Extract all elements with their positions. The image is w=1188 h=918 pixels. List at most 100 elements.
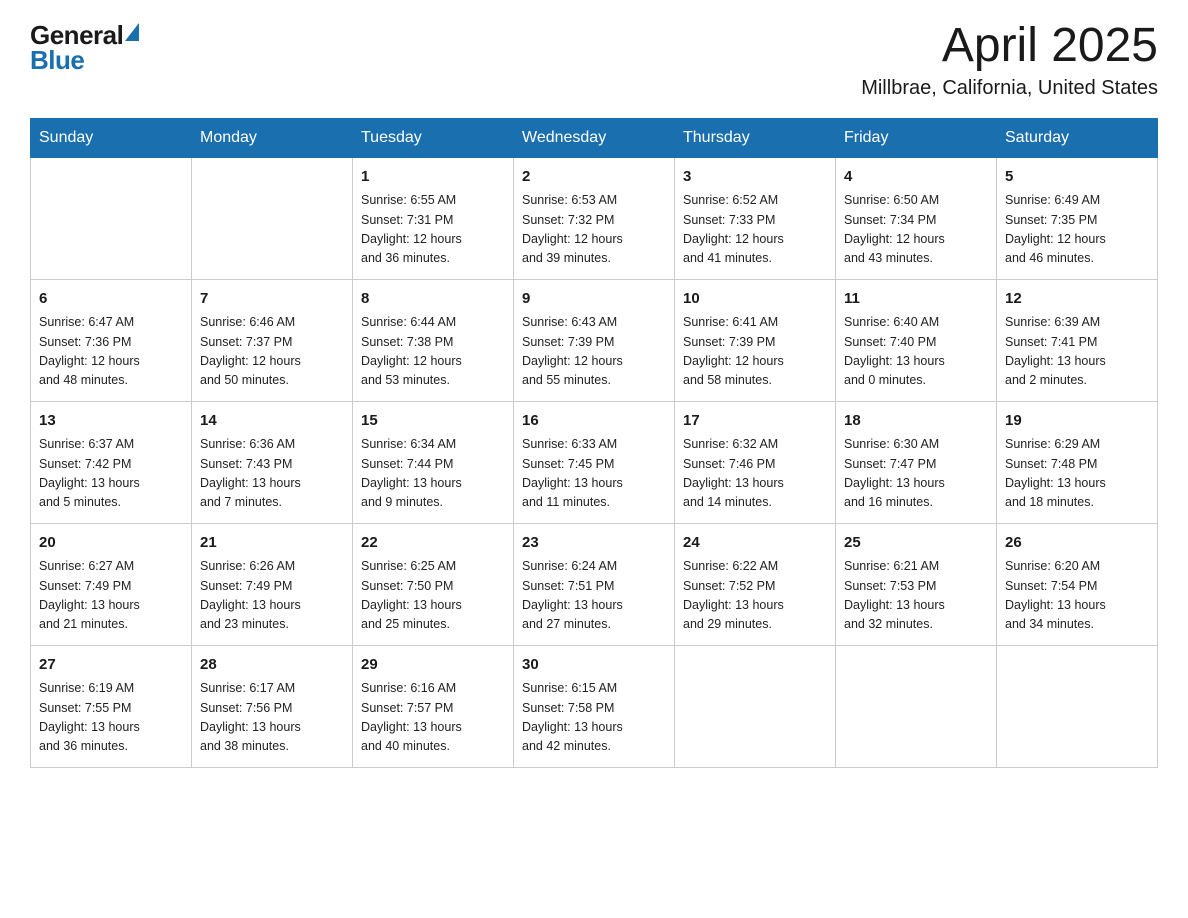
day-info: Sunrise: 6:34 AM Sunset: 7:44 PM Dayligh… (361, 435, 505, 513)
day-number: 17 (683, 410, 827, 433)
day-number: 5 (1005, 166, 1149, 189)
weekday-header-sunday: Sunday (31, 118, 192, 157)
calendar-cell: 12Sunrise: 6:39 AM Sunset: 7:41 PM Dayli… (997, 279, 1158, 401)
day-info: Sunrise: 6:15 AM Sunset: 7:58 PM Dayligh… (522, 679, 666, 757)
weekday-header-monday: Monday (192, 118, 353, 157)
day-info: Sunrise: 6:39 AM Sunset: 7:41 PM Dayligh… (1005, 313, 1149, 391)
calendar-cell: 3Sunrise: 6:52 AM Sunset: 7:33 PM Daylig… (675, 157, 836, 279)
calendar-cell: 16Sunrise: 6:33 AM Sunset: 7:45 PM Dayli… (514, 401, 675, 523)
day-number: 18 (844, 410, 988, 433)
calendar-cell: 23Sunrise: 6:24 AM Sunset: 7:51 PM Dayli… (514, 523, 675, 645)
calendar-cell: 27Sunrise: 6:19 AM Sunset: 7:55 PM Dayli… (31, 645, 192, 767)
day-number: 3 (683, 166, 827, 189)
calendar-cell: 4Sunrise: 6:50 AM Sunset: 7:34 PM Daylig… (836, 157, 997, 279)
calendar-cell: 15Sunrise: 6:34 AM Sunset: 7:44 PM Dayli… (353, 401, 514, 523)
calendar-cell: 2Sunrise: 6:53 AM Sunset: 7:32 PM Daylig… (514, 157, 675, 279)
calendar-cell: 22Sunrise: 6:25 AM Sunset: 7:50 PM Dayli… (353, 523, 514, 645)
day-number: 22 (361, 532, 505, 555)
day-info: Sunrise: 6:36 AM Sunset: 7:43 PM Dayligh… (200, 435, 344, 513)
calendar-cell (997, 645, 1158, 767)
day-number: 11 (844, 288, 988, 311)
day-info: Sunrise: 6:26 AM Sunset: 7:49 PM Dayligh… (200, 557, 344, 635)
logo-blue-text: Blue (30, 45, 84, 76)
calendar-week-row: 1Sunrise: 6:55 AM Sunset: 7:31 PM Daylig… (31, 157, 1158, 279)
day-info: Sunrise: 6:49 AM Sunset: 7:35 PM Dayligh… (1005, 191, 1149, 269)
day-number: 12 (1005, 288, 1149, 311)
calendar-cell: 24Sunrise: 6:22 AM Sunset: 7:52 PM Dayli… (675, 523, 836, 645)
calendar-week-row: 27Sunrise: 6:19 AM Sunset: 7:55 PM Dayli… (31, 645, 1158, 767)
weekday-header-friday: Friday (836, 118, 997, 157)
calendar-cell (192, 157, 353, 279)
calendar-cell: 26Sunrise: 6:20 AM Sunset: 7:54 PM Dayli… (997, 523, 1158, 645)
calendar-week-row: 13Sunrise: 6:37 AM Sunset: 7:42 PM Dayli… (31, 401, 1158, 523)
calendar-cell: 25Sunrise: 6:21 AM Sunset: 7:53 PM Dayli… (836, 523, 997, 645)
day-number: 9 (522, 288, 666, 311)
day-number: 20 (39, 532, 183, 555)
weekday-header-thursday: Thursday (675, 118, 836, 157)
logo: General Blue (30, 20, 139, 76)
location-title: Millbrae, California, United States (861, 77, 1158, 100)
day-info: Sunrise: 6:40 AM Sunset: 7:40 PM Dayligh… (844, 313, 988, 391)
calendar-cell: 1Sunrise: 6:55 AM Sunset: 7:31 PM Daylig… (353, 157, 514, 279)
day-number: 13 (39, 410, 183, 433)
day-info: Sunrise: 6:27 AM Sunset: 7:49 PM Dayligh… (39, 557, 183, 635)
day-info: Sunrise: 6:19 AM Sunset: 7:55 PM Dayligh… (39, 679, 183, 757)
logo-triangle-icon (125, 23, 139, 41)
calendar-table: SundayMondayTuesdayWednesdayThursdayFrid… (30, 118, 1158, 768)
day-number: 25 (844, 532, 988, 555)
day-info: Sunrise: 6:21 AM Sunset: 7:53 PM Dayligh… (844, 557, 988, 635)
calendar-cell: 28Sunrise: 6:17 AM Sunset: 7:56 PM Dayli… (192, 645, 353, 767)
weekday-header-row: SundayMondayTuesdayWednesdayThursdayFrid… (31, 118, 1158, 157)
calendar-cell (675, 645, 836, 767)
weekday-header-saturday: Saturday (997, 118, 1158, 157)
day-number: 1 (361, 166, 505, 189)
calendar-cell: 14Sunrise: 6:36 AM Sunset: 7:43 PM Dayli… (192, 401, 353, 523)
calendar-week-row: 6Sunrise: 6:47 AM Sunset: 7:36 PM Daylig… (31, 279, 1158, 401)
calendar-cell: 30Sunrise: 6:15 AM Sunset: 7:58 PM Dayli… (514, 645, 675, 767)
day-info: Sunrise: 6:22 AM Sunset: 7:52 PM Dayligh… (683, 557, 827, 635)
day-info: Sunrise: 6:44 AM Sunset: 7:38 PM Dayligh… (361, 313, 505, 391)
calendar-cell: 29Sunrise: 6:16 AM Sunset: 7:57 PM Dayli… (353, 645, 514, 767)
day-info: Sunrise: 6:47 AM Sunset: 7:36 PM Dayligh… (39, 313, 183, 391)
day-number: 21 (200, 532, 344, 555)
day-number: 14 (200, 410, 344, 433)
day-info: Sunrise: 6:32 AM Sunset: 7:46 PM Dayligh… (683, 435, 827, 513)
day-info: Sunrise: 6:30 AM Sunset: 7:47 PM Dayligh… (844, 435, 988, 513)
calendar-cell: 17Sunrise: 6:32 AM Sunset: 7:46 PM Dayli… (675, 401, 836, 523)
calendar-cell: 21Sunrise: 6:26 AM Sunset: 7:49 PM Dayli… (192, 523, 353, 645)
page-header: General Blue April 2025 Millbrae, Califo… (30, 20, 1158, 100)
day-number: 29 (361, 654, 505, 677)
calendar-cell: 18Sunrise: 6:30 AM Sunset: 7:47 PM Dayli… (836, 401, 997, 523)
day-number: 28 (200, 654, 344, 677)
calendar-cell: 9Sunrise: 6:43 AM Sunset: 7:39 PM Daylig… (514, 279, 675, 401)
day-number: 24 (683, 532, 827, 555)
day-number: 23 (522, 532, 666, 555)
day-number: 30 (522, 654, 666, 677)
calendar-cell: 6Sunrise: 6:47 AM Sunset: 7:36 PM Daylig… (31, 279, 192, 401)
day-info: Sunrise: 6:33 AM Sunset: 7:45 PM Dayligh… (522, 435, 666, 513)
calendar-cell (836, 645, 997, 767)
day-info: Sunrise: 6:29 AM Sunset: 7:48 PM Dayligh… (1005, 435, 1149, 513)
day-number: 4 (844, 166, 988, 189)
calendar-cell: 5Sunrise: 6:49 AM Sunset: 7:35 PM Daylig… (997, 157, 1158, 279)
calendar-cell: 10Sunrise: 6:41 AM Sunset: 7:39 PM Dayli… (675, 279, 836, 401)
calendar-cell: 20Sunrise: 6:27 AM Sunset: 7:49 PM Dayli… (31, 523, 192, 645)
day-info: Sunrise: 6:52 AM Sunset: 7:33 PM Dayligh… (683, 191, 827, 269)
day-number: 16 (522, 410, 666, 433)
calendar-cell: 19Sunrise: 6:29 AM Sunset: 7:48 PM Dayli… (997, 401, 1158, 523)
day-info: Sunrise: 6:24 AM Sunset: 7:51 PM Dayligh… (522, 557, 666, 635)
day-info: Sunrise: 6:50 AM Sunset: 7:34 PM Dayligh… (844, 191, 988, 269)
day-info: Sunrise: 6:53 AM Sunset: 7:32 PM Dayligh… (522, 191, 666, 269)
day-info: Sunrise: 6:17 AM Sunset: 7:56 PM Dayligh… (200, 679, 344, 757)
month-title: April 2025 (861, 20, 1158, 73)
day-number: 19 (1005, 410, 1149, 433)
calendar-cell: 7Sunrise: 6:46 AM Sunset: 7:37 PM Daylig… (192, 279, 353, 401)
day-info: Sunrise: 6:41 AM Sunset: 7:39 PM Dayligh… (683, 313, 827, 391)
day-number: 8 (361, 288, 505, 311)
calendar-cell: 8Sunrise: 6:44 AM Sunset: 7:38 PM Daylig… (353, 279, 514, 401)
day-number: 27 (39, 654, 183, 677)
day-info: Sunrise: 6:16 AM Sunset: 7:57 PM Dayligh… (361, 679, 505, 757)
day-info: Sunrise: 6:46 AM Sunset: 7:37 PM Dayligh… (200, 313, 344, 391)
day-number: 26 (1005, 532, 1149, 555)
calendar-cell: 11Sunrise: 6:40 AM Sunset: 7:40 PM Dayli… (836, 279, 997, 401)
